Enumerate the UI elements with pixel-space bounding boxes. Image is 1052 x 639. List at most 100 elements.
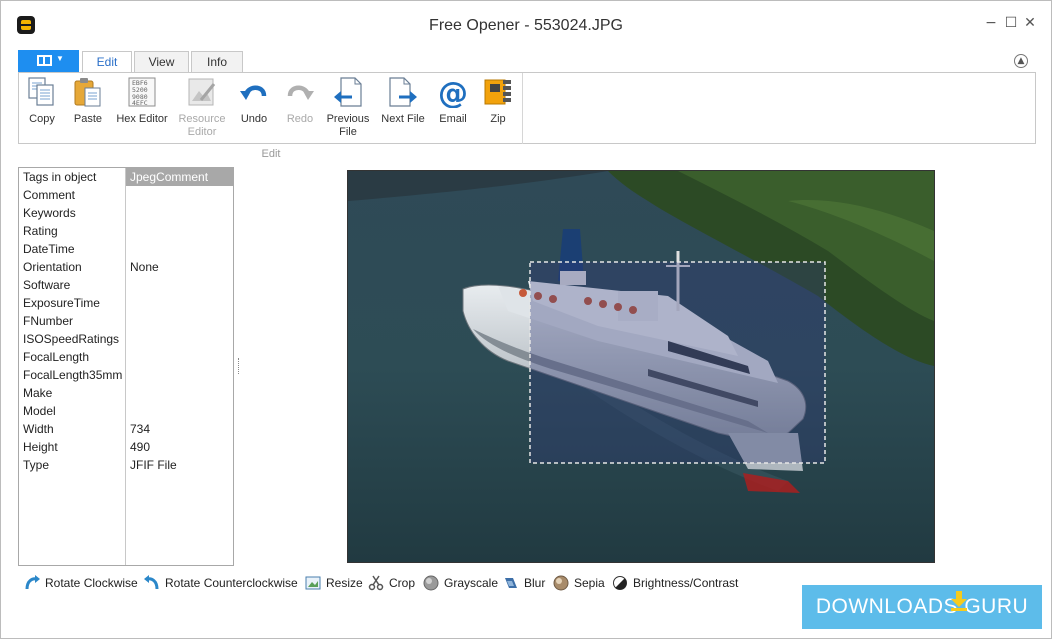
- ribbon-group-label: Edit: [261, 148, 281, 160]
- table-row[interactable]: Make: [19, 384, 233, 402]
- resize-icon: [305, 576, 321, 590]
- app-menu-button[interactable]: ▼: [18, 50, 79, 72]
- app-window: Free Opener - 553024.JPG − ☐ ✕ ▼ Edit Vi…: [0, 0, 1052, 639]
- window-title: Free Opener - 553024.JPG: [429, 17, 623, 34]
- tag-key: Comment: [23, 188, 76, 202]
- downloads-guru-watermark: DOWNLOADS GURU: [802, 585, 1042, 629]
- email-button[interactable]: @ Email: [434, 76, 472, 126]
- tag-key: ExposureTime: [23, 296, 100, 310]
- undo-label: Undo: [240, 113, 268, 125]
- sepia-icon: [553, 575, 569, 591]
- panel-splitter[interactable]: [238, 358, 240, 374]
- previous-file-button[interactable]: Previous File: [325, 76, 371, 139]
- table-row[interactable]: Keywords: [19, 204, 233, 222]
- tag-key: ISOSpeedRatings: [23, 332, 120, 346]
- table-row[interactable]: Rating: [19, 222, 233, 240]
- brightness-contrast-icon: [613, 576, 627, 590]
- tab-view[interactable]: View: [134, 51, 189, 72]
- email-label: Email: [439, 113, 467, 125]
- blur-icon: [505, 578, 517, 588]
- rotate-counterclockwise-label: Rotate Counterclockwise: [165, 576, 298, 590]
- dropdown-arrow-icon: ▼: [56, 54, 64, 63]
- tag-value: 734: [130, 422, 151, 436]
- paste-label: Paste: [73, 113, 103, 125]
- table-row[interactable]: FocalLength35mm: [19, 366, 233, 384]
- table-row[interactable]: Software: [19, 276, 233, 294]
- grayscale-icon: [423, 575, 439, 591]
- paste-button[interactable]: Paste: [69, 76, 107, 126]
- email-icon: @: [438, 76, 468, 108]
- table-row[interactable]: Height 490: [19, 438, 233, 456]
- table-row[interactable]: ISOSpeedRatings: [19, 330, 233, 348]
- tag-key: Keywords: [23, 206, 76, 220]
- next-file-button[interactable]: Next File: [379, 76, 427, 126]
- tab-edit[interactable]: Edit: [82, 51, 132, 73]
- rotate-clockwise-label: Rotate Clockwise: [45, 576, 138, 590]
- tag-key: Width: [23, 422, 54, 436]
- tag-key: Make: [23, 386, 53, 400]
- previous-file-icon: [334, 77, 362, 107]
- tag-key: Rating: [23, 224, 58, 238]
- tag-key: DateTime: [23, 242, 75, 256]
- minimize-button[interactable]: −: [983, 15, 999, 31]
- ribbon-group-separator: [522, 73, 523, 144]
- tag-key: FocalLength35mm: [23, 368, 123, 382]
- redo-button[interactable]: Redo: [281, 76, 319, 126]
- resource-editor-button[interactable]: Resource Editor: [175, 76, 229, 139]
- redo-label: Redo: [286, 113, 314, 125]
- zip-button[interactable]: Zip: [479, 76, 517, 126]
- hex-editor-icon: EBF6 5200 9080 4EFC: [128, 77, 156, 107]
- tag-key: Model: [23, 404, 56, 418]
- cruise-ship-photo: [348, 171, 934, 562]
- image-preview[interactable]: [347, 170, 935, 563]
- table-row[interactable]: Model: [19, 402, 233, 420]
- table-row[interactable]: FocalLength: [19, 348, 233, 366]
- book-icon: [37, 55, 52, 66]
- next-file-label: Next File: [381, 113, 425, 125]
- table-row[interactable]: DateTime: [19, 240, 233, 258]
- close-button[interactable]: ✕: [1022, 15, 1038, 31]
- svg-text:@: @: [438, 76, 468, 108]
- brightness-contrast-label: Brightness/Contrast: [633, 576, 739, 590]
- resize-label: Resize: [326, 576, 363, 590]
- tag-key: Orientation: [23, 260, 82, 274]
- maximize-button[interactable]: ☐: [1003, 15, 1019, 31]
- table-row[interactable]: Width 734: [19, 420, 233, 438]
- download-arrow-icon: [951, 591, 967, 611]
- table-row[interactable]: Orientation None: [19, 258, 233, 276]
- rotate-counterclockwise-icon: [144, 575, 159, 590]
- tag-key: Software: [23, 278, 71, 292]
- hex-editor-button[interactable]: EBF6 5200 9080 4EFC Hex Editor: [115, 76, 169, 126]
- previous-file-label: Previous File: [326, 113, 370, 138]
- table-row[interactable]: FNumber: [19, 312, 233, 330]
- crop-label: Crop: [389, 576, 416, 590]
- collapse-ribbon-button[interactable]: ▲: [1014, 54, 1028, 68]
- tag-key: Type: [23, 458, 50, 472]
- copy-label: Copy: [29, 113, 55, 125]
- tags-header-row: Tags in object JpegComment: [19, 168, 233, 186]
- paste-icon: [74, 78, 101, 107]
- tag-value: 490: [130, 440, 151, 454]
- table-row[interactable]: Type JFIF File: [19, 456, 233, 474]
- hex-line-4: 4EFC: [132, 99, 148, 107]
- next-file-icon: [389, 77, 417, 107]
- blur-label: Blur: [524, 576, 546, 590]
- undo-button[interactable]: Undo: [235, 76, 273, 126]
- grayscale-label: Grayscale: [444, 576, 499, 590]
- resource-editor-label: Resource Editor: [178, 113, 226, 138]
- table-row[interactable]: Comment: [19, 186, 233, 204]
- resource-editor-icon: [188, 78, 216, 106]
- tag-value: JFIF File: [130, 458, 177, 472]
- tags-header-key: Tags in object: [23, 170, 97, 184]
- tag-key: Height: [23, 440, 58, 454]
- sepia-label: Sepia: [574, 576, 605, 590]
- undo-icon: [240, 85, 267, 100]
- table-row[interactable]: ExposureTime: [19, 294, 233, 312]
- tab-info[interactable]: Info: [191, 51, 243, 72]
- tags-table: Tags in object JpegComment Comment Keywo…: [18, 167, 234, 566]
- copy-button[interactable]: Copy: [23, 76, 61, 126]
- tags-header-value: JpegComment: [130, 170, 209, 184]
- tag-key: FNumber: [23, 314, 74, 328]
- zip-label: Zip: [490, 113, 506, 125]
- hex-editor-label: Hex Editor: [116, 113, 168, 125]
